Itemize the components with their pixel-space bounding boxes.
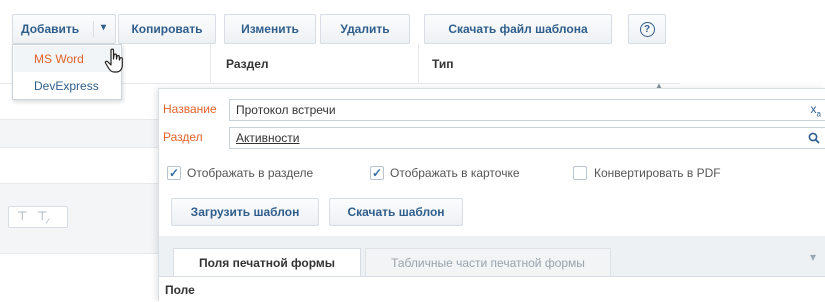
- filter-options-icon[interactable]: ⊤∕: [37, 209, 49, 225]
- upload-template-button[interactable]: Загрузить шаблон: [171, 198, 319, 226]
- template-card-panel: ▲ Название Протокол встречи xa Раздел Ак…: [158, 81, 825, 302]
- section-value[interactable]: Активности: [236, 131, 299, 145]
- grid-filter-bar: ⊤ ⊤∕: [0, 184, 160, 254]
- name-value: Протокол встречи: [236, 103, 336, 117]
- tabs-area: Поля печатной формы Табличные части печа…: [159, 236, 825, 302]
- check-icon: ✓: [168, 166, 180, 180]
- scroll-up-icon[interactable]: ▲: [655, 81, 663, 90]
- convert-to-pdf-checkbox[interactable]: [573, 166, 587, 180]
- tab-print-form-fields[interactable]: Поля печатной формы: [173, 248, 361, 276]
- hand-cursor-icon: [104, 48, 123, 73]
- convert-to-pdf-label: Конвертировать в PDF: [594, 166, 721, 180]
- dropdown-item-devexpress[interactable]: DevExpress: [14, 73, 120, 99]
- add-button-label: Добавить: [21, 22, 80, 36]
- dropdown-item-label: DevExpress: [34, 79, 99, 93]
- chevron-down-icon[interactable]: ▾: [101, 22, 106, 33]
- search-icon[interactable]: [808, 132, 820, 144]
- grid-row[interactable]: [0, 148, 160, 184]
- field-column-header[interactable]: Поле: [165, 283, 195, 297]
- add-divider: [93, 21, 94, 37]
- add-button[interactable]: Добавить ▾: [12, 14, 116, 44]
- show-in-card-label: Отображать в карточке: [390, 166, 520, 180]
- section-field[interactable]: Активности: [229, 127, 825, 149]
- dropdown-item-label: MS Word: [34, 52, 84, 66]
- tab-table-parts[interactable]: Табличные части печатной формы: [365, 248, 611, 276]
- help-button[interactable]: ?: [628, 14, 666, 44]
- filter-icon[interactable]: ⊤: [17, 209, 27, 223]
- show-in-section-label: Отображать в разделе: [187, 166, 314, 180]
- column-divider: [210, 44, 211, 84]
- column-divider: [418, 44, 419, 84]
- show-in-card-checkbox[interactable]: ✓: [370, 166, 384, 180]
- localize-icon[interactable]: xa: [811, 102, 821, 118]
- edit-button[interactable]: Изменить: [224, 14, 316, 44]
- grid-column-type[interactable]: Тип: [432, 57, 454, 71]
- fields-grid-header: Поле: [159, 276, 825, 302]
- tab-label: Табличные части печатной формы: [391, 255, 585, 270]
- help-icon: ?: [639, 21, 655, 37]
- download-template-file-button[interactable]: Скачать файл шаблона: [424, 14, 612, 44]
- tabs-menu-icon[interactable]: ▾: [810, 250, 816, 264]
- tab-label: Поля печатной формы: [198, 255, 335, 270]
- grid-row[interactable]: [0, 120, 160, 148]
- check-icon: ✓: [371, 166, 383, 180]
- name-label: Название: [163, 102, 217, 116]
- name-field[interactable]: Протокол встречи xa: [229, 99, 825, 121]
- section-label: Раздел: [163, 130, 203, 144]
- show-in-section-checkbox[interactable]: ✓: [167, 166, 181, 180]
- download-template-button[interactable]: Скачать шаблон: [329, 198, 463, 226]
- filter-buttons: ⊤ ⊤∕: [8, 206, 68, 228]
- delete-button[interactable]: Удалить: [320, 14, 410, 44]
- grid-column-section[interactable]: Раздел: [226, 57, 269, 71]
- copy-button[interactable]: Копировать: [118, 14, 216, 44]
